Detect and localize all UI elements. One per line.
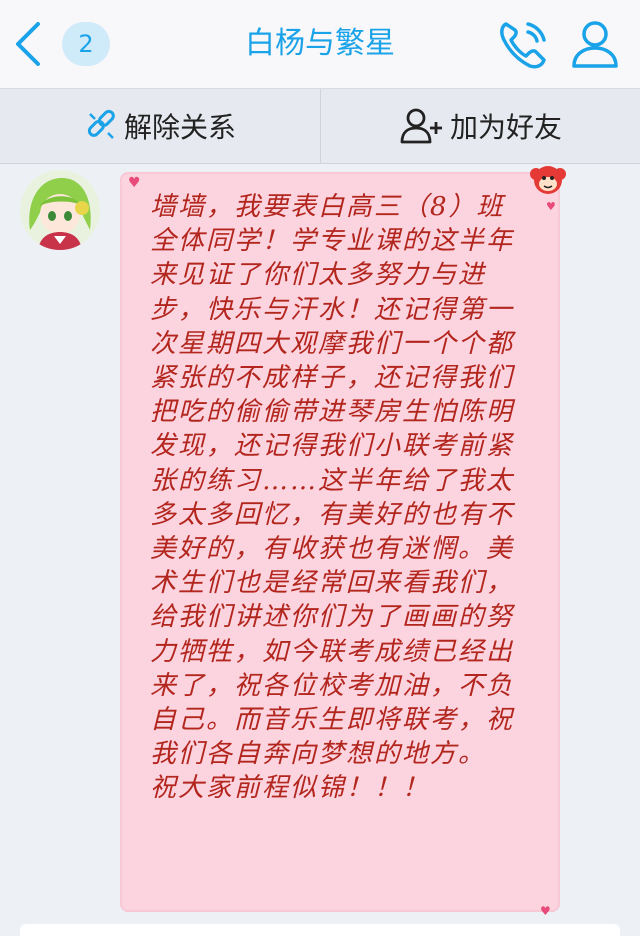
remove-relation-label: 解除关系 xyxy=(123,111,236,144)
chevron-left-icon xyxy=(16,22,40,66)
navigation-bar: 2 白杨与繁星 xyxy=(0,0,640,89)
anime-avatar-image xyxy=(20,170,100,250)
person-icon xyxy=(572,21,618,68)
add-friend-button[interactable]: 加为好友 xyxy=(321,89,640,163)
phone-icon xyxy=(500,22,546,69)
call-button[interactable] xyxy=(496,18,550,70)
heart-icon: ♥ xyxy=(546,200,556,213)
relation-action-bar: 解除关系 加为好友 xyxy=(0,89,640,164)
add-person-icon xyxy=(400,108,442,144)
back-button[interactable] xyxy=(10,20,46,68)
remove-relation-button[interactable]: 解除关系 xyxy=(0,89,320,163)
heart-icon: ♥ xyxy=(128,175,141,191)
heart-icon: ♥ xyxy=(540,904,551,918)
unlink-icon xyxy=(87,109,115,139)
sender-avatar[interactable] xyxy=(20,170,100,250)
message-text: 墙墙，我要表白高三（8）班全体同学！学专业课的这半年来见证了你们太多努力与进步，… xyxy=(150,192,515,804)
monkey-sticker-icon xyxy=(528,160,568,200)
input-bar-edge xyxy=(20,924,620,936)
chat-title: 白杨与繁星 xyxy=(245,26,395,61)
profile-button[interactable] xyxy=(570,18,620,70)
add-friend-label: 加为好友 xyxy=(449,111,562,144)
unread-count-badge[interactable]: 2 xyxy=(62,22,110,66)
